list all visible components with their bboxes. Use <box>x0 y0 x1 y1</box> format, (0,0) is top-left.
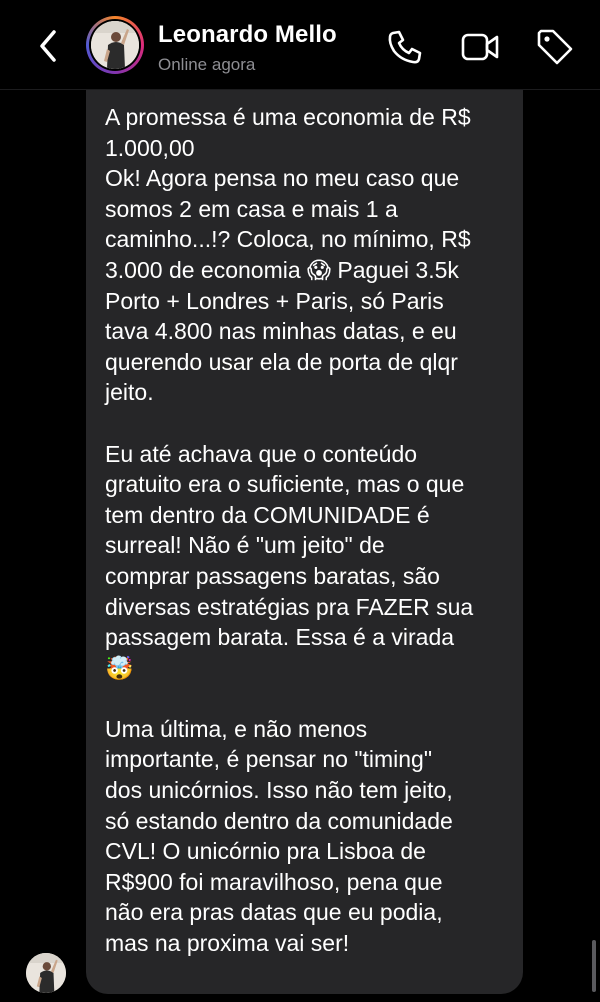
message-paragraph-1: A promessa é uma economia de R$ 1.000,00… <box>105 104 471 406</box>
back-button[interactable] <box>30 26 66 66</box>
voice-call-button[interactable] <box>385 27 425 67</box>
sender-photo <box>26 953 66 993</box>
label-button[interactable] <box>535 27 575 67</box>
message-bubble[interactable]: A promessa é uma economia de R$ 1.000,00… <box>86 90 523 994</box>
tag-icon <box>537 29 573 65</box>
phone-icon <box>388 30 422 64</box>
video-call-button[interactable] <box>460 27 500 67</box>
message-paragraph-3: Uma última, e não menos importante, é pe… <box>105 715 453 957</box>
sender-avatar[interactable] <box>26 953 66 993</box>
contact-photo <box>91 21 139 69</box>
back-icon <box>40 30 56 62</box>
message-paragraph-2: Eu até achava que o conteúdo gratuito er… <box>105 440 474 681</box>
contact-status: Online agora <box>158 55 256 74</box>
scrollbar[interactable] <box>592 940 596 992</box>
chat-header: Leonardo Mello Online agora <box>0 0 600 90</box>
video-camera-icon <box>461 33 499 61</box>
contact-name[interactable]: Leonardo Mello <box>158 21 337 49</box>
contact-avatar[interactable] <box>86 16 144 74</box>
